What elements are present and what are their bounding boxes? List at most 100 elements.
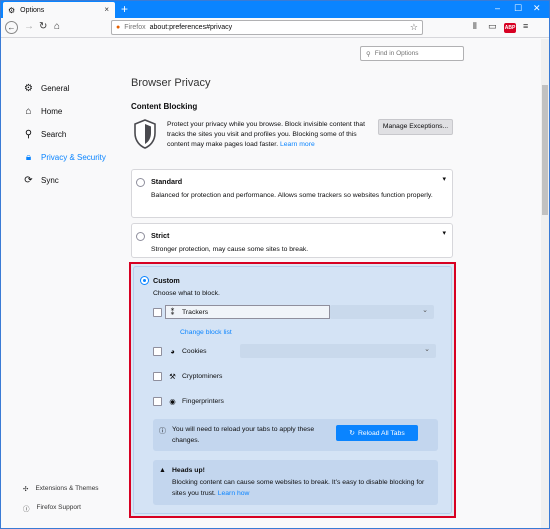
reload-button-label: Reload All Tabs [357, 429, 405, 437]
menu-icon[interactable]: ≡ [523, 21, 528, 31]
shield-icon [134, 119, 156, 149]
fingerprint-icon: ◉ [169, 397, 176, 406]
bookmark-star-icon[interactable]: ☆ [410, 22, 418, 33]
search-icon: ⚲ [366, 50, 371, 58]
find-in-options-input[interactable]: ⚲ Find in Options [360, 46, 464, 61]
cookies-dropdown[interactable]: ⌄ [240, 344, 436, 358]
strict-description: Stronger protection, may cause some site… [151, 246, 309, 253]
standard-title: Standard [151, 177, 183, 186]
sidebar-item-label: Home [41, 107, 63, 116]
sidebar-item-label: Sync [41, 176, 59, 185]
tab-options[interactable]: ⚙ Options × [3, 2, 115, 18]
info-icon: ⓘ [159, 428, 166, 435]
firefox-icon: ● [116, 24, 121, 31]
cookies-label[interactable]: ◕ Cookies [168, 347, 207, 356]
strict-radio[interactable] [136, 232, 145, 241]
close-window-button[interactable]: ✕ [533, 3, 541, 14]
custom-title: Custom [153, 276, 180, 285]
warning-body: Blocking content can cause some websites… [172, 477, 432, 499]
sidebar-item-sync[interactable]: ⟳ Sync [23, 169, 106, 192]
scrollbar[interactable] [541, 39, 549, 528]
footprints-icon: ⁑ [170, 308, 175, 317]
sidebar-item-label: Privacy & Security [41, 153, 106, 162]
reload-icon[interactable]: ↻ [39, 21, 47, 32]
sidebar-item-general[interactable]: ⚙ General [23, 77, 106, 100]
url-text: about:preferences#privacy [149, 24, 233, 31]
warning-text: Blocking content can cause some websites… [172, 479, 425, 497]
forward-button[interactable]: → [24, 21, 34, 32]
maximize-button[interactable]: ☐ [514, 3, 522, 14]
strict-title: Strict [151, 231, 170, 240]
identity-label: Firefox [124, 24, 146, 31]
standard-option-card[interactable]: Standard ▾ Balanced for protection and p… [131, 169, 453, 218]
chevron-down-icon: ⌄ [424, 346, 430, 353]
option-label: Cryptominers [182, 373, 223, 380]
manage-exceptions-button[interactable]: Manage Exceptions... [378, 119, 453, 135]
gear-icon: ⚙ [24, 83, 33, 94]
standard-radio[interactable] [136, 178, 145, 187]
trackers-checkbox[interactable] [153, 308, 162, 317]
custom-subtitle: Choose what to block. [153, 290, 220, 297]
sidebar-item-label: Search [41, 130, 67, 139]
privacy-main: Browser Privacy Content Blocking Protect… [131, 77, 453, 163]
warning-icon: ▲ [159, 467, 166, 474]
option-label: Trackers [182, 309, 209, 316]
trackers-dropdown[interactable]: ⌄ [330, 305, 434, 319]
sidebar-item-search[interactable]: ⚲ Search [23, 123, 106, 146]
chevron-down-icon[interactable]: ▾ [442, 229, 446, 237]
reload-icon: ↻ [349, 430, 355, 437]
help-icon: ⓘ [23, 505, 30, 513]
page-title: Browser Privacy [131, 77, 211, 89]
custom-option-highlight: Custom Choose what to block. ⁑ Trackers ⌄… [129, 262, 456, 518]
option-label: Cookies [182, 348, 207, 355]
learn-more-link[interactable]: Learn more [280, 141, 315, 148]
sidebar-nav: ⚙ General ⌂ Home ⚲ Search 🔒︎ Privacy & Secur… [23, 77, 106, 192]
cryptominers-checkbox[interactable] [153, 372, 162, 381]
learn-how-link[interactable]: Learn how [218, 490, 250, 497]
section-title: Content Blocking [131, 102, 198, 111]
find-placeholder: Find in Options [374, 50, 419, 57]
scrollbar-thumb[interactable] [542, 85, 548, 215]
sidebar-toggle-icon[interactable]: ▭ [488, 21, 497, 32]
chevron-down-icon[interactable]: ▾ [442, 175, 446, 183]
cryptominers-label[interactable]: ⚒ Cryptominers [168, 372, 222, 381]
pickaxe-icon: ⚒ [169, 372, 176, 381]
sidebar-item-label: General [41, 84, 70, 93]
url-bar[interactable]: ● Firefox about:preferences#privacy ☆ [111, 20, 423, 35]
sidebar-footer: ✣ Extensions & Themes ⓘ Firefox Support [23, 479, 99, 517]
firefox-support-link[interactable]: ⓘ Firefox Support [23, 498, 99, 517]
close-tab-icon[interactable]: × [104, 5, 109, 14]
trackers-label[interactable]: ⁑ Trackers [168, 308, 209, 317]
sidebar-item-home[interactable]: ⌂ Home [23, 100, 106, 123]
new-tab-button[interactable]: + [121, 2, 128, 16]
change-block-list-link[interactable]: Change block list [180, 329, 232, 336]
option-label: Fingerprinters [182, 398, 224, 405]
standard-description: Balanced for protection and performance.… [151, 192, 433, 199]
strict-option-card[interactable]: Strict ▾ Stronger protection, may cause … [131, 223, 453, 258]
custom-option-card[interactable]: Custom Choose what to block. ⁑ Trackers ⌄… [133, 266, 452, 514]
content-blocking-intro: Protect your privacy while you browse. B… [131, 119, 453, 163]
lock-icon: 🔒︎ [25, 152, 32, 163]
footer-label: Extensions & Themes [35, 485, 99, 492]
cookies-checkbox[interactable] [153, 347, 162, 356]
footer-label: Firefox Support [36, 504, 81, 511]
tab-title: Options [20, 6, 45, 14]
library-icon[interactable]: ⫴ [473, 21, 477, 32]
gear-icon: ⚙ [8, 5, 16, 15]
cookie-icon: ◕ [170, 347, 175, 356]
description-text: Protect your privacy while you browse. B… [167, 121, 365, 148]
adblock-icon[interactable]: ABP [504, 23, 516, 33]
back-button[interactable]: ← [5, 21, 18, 34]
reload-all-tabs-button[interactable]: ↻ Reload All Tabs [336, 425, 418, 441]
reload-notice: ⓘ You will need to reload your tabs to a… [153, 419, 438, 451]
browser-window: ⚙ Options × + – ☐ ✕ ← → ↻ ⌂ ● Firefox ab… [0, 0, 550, 529]
title-bar: ⚙ Options × + – ☐ ✕ [1, 1, 549, 18]
minimize-button[interactable]: – [495, 3, 500, 13]
custom-radio[interactable] [140, 276, 149, 285]
sync-icon: ⟳ [24, 175, 33, 186]
fingerprinters-label[interactable]: ◉ Fingerprinters [168, 397, 224, 406]
extensions-themes-link[interactable]: ✣ Extensions & Themes [23, 479, 99, 498]
home-button[interactable]: ⌂ [54, 21, 60, 32]
fingerprinters-checkbox[interactable] [153, 397, 162, 406]
sidebar-item-privacy[interactable]: 🔒︎ Privacy & Security [23, 146, 106, 169]
